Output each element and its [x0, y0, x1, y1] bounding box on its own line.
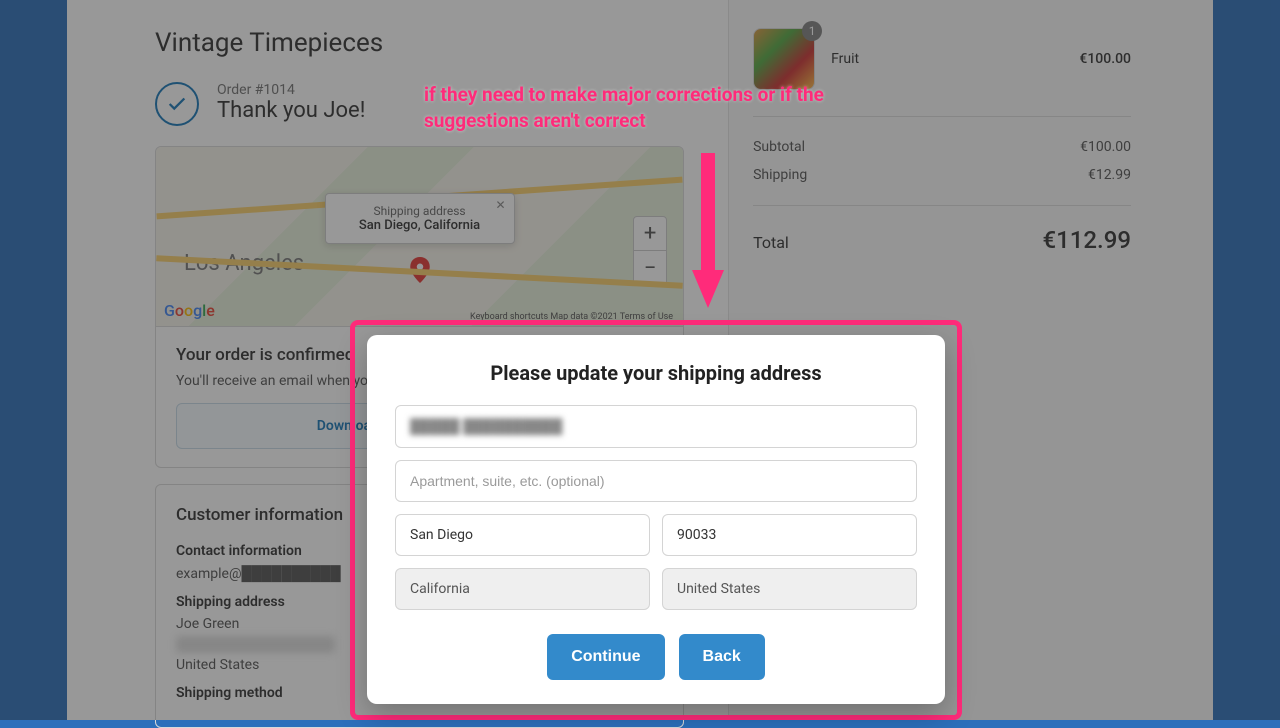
update-address-modal: Please update your shipping address ████…	[367, 335, 945, 704]
address2-input[interactable]	[395, 460, 917, 502]
modal-title: Please update your shipping address	[395, 361, 917, 385]
zip-input[interactable]: 90033	[662, 514, 917, 556]
address1-input[interactable]: █████ ██████████	[395, 405, 917, 448]
state-select[interactable]: California	[395, 568, 650, 610]
arrow-down-icon	[688, 148, 728, 322]
modal-highlight: Please update your shipping address ████…	[350, 320, 962, 720]
annotation-text: if they need to make major corrections o…	[424, 82, 854, 133]
country-select[interactable]: United States	[662, 568, 917, 610]
back-button[interactable]: Back	[679, 634, 765, 680]
city-input[interactable]: San Diego	[395, 514, 650, 556]
continue-button[interactable]: Continue	[547, 634, 664, 680]
